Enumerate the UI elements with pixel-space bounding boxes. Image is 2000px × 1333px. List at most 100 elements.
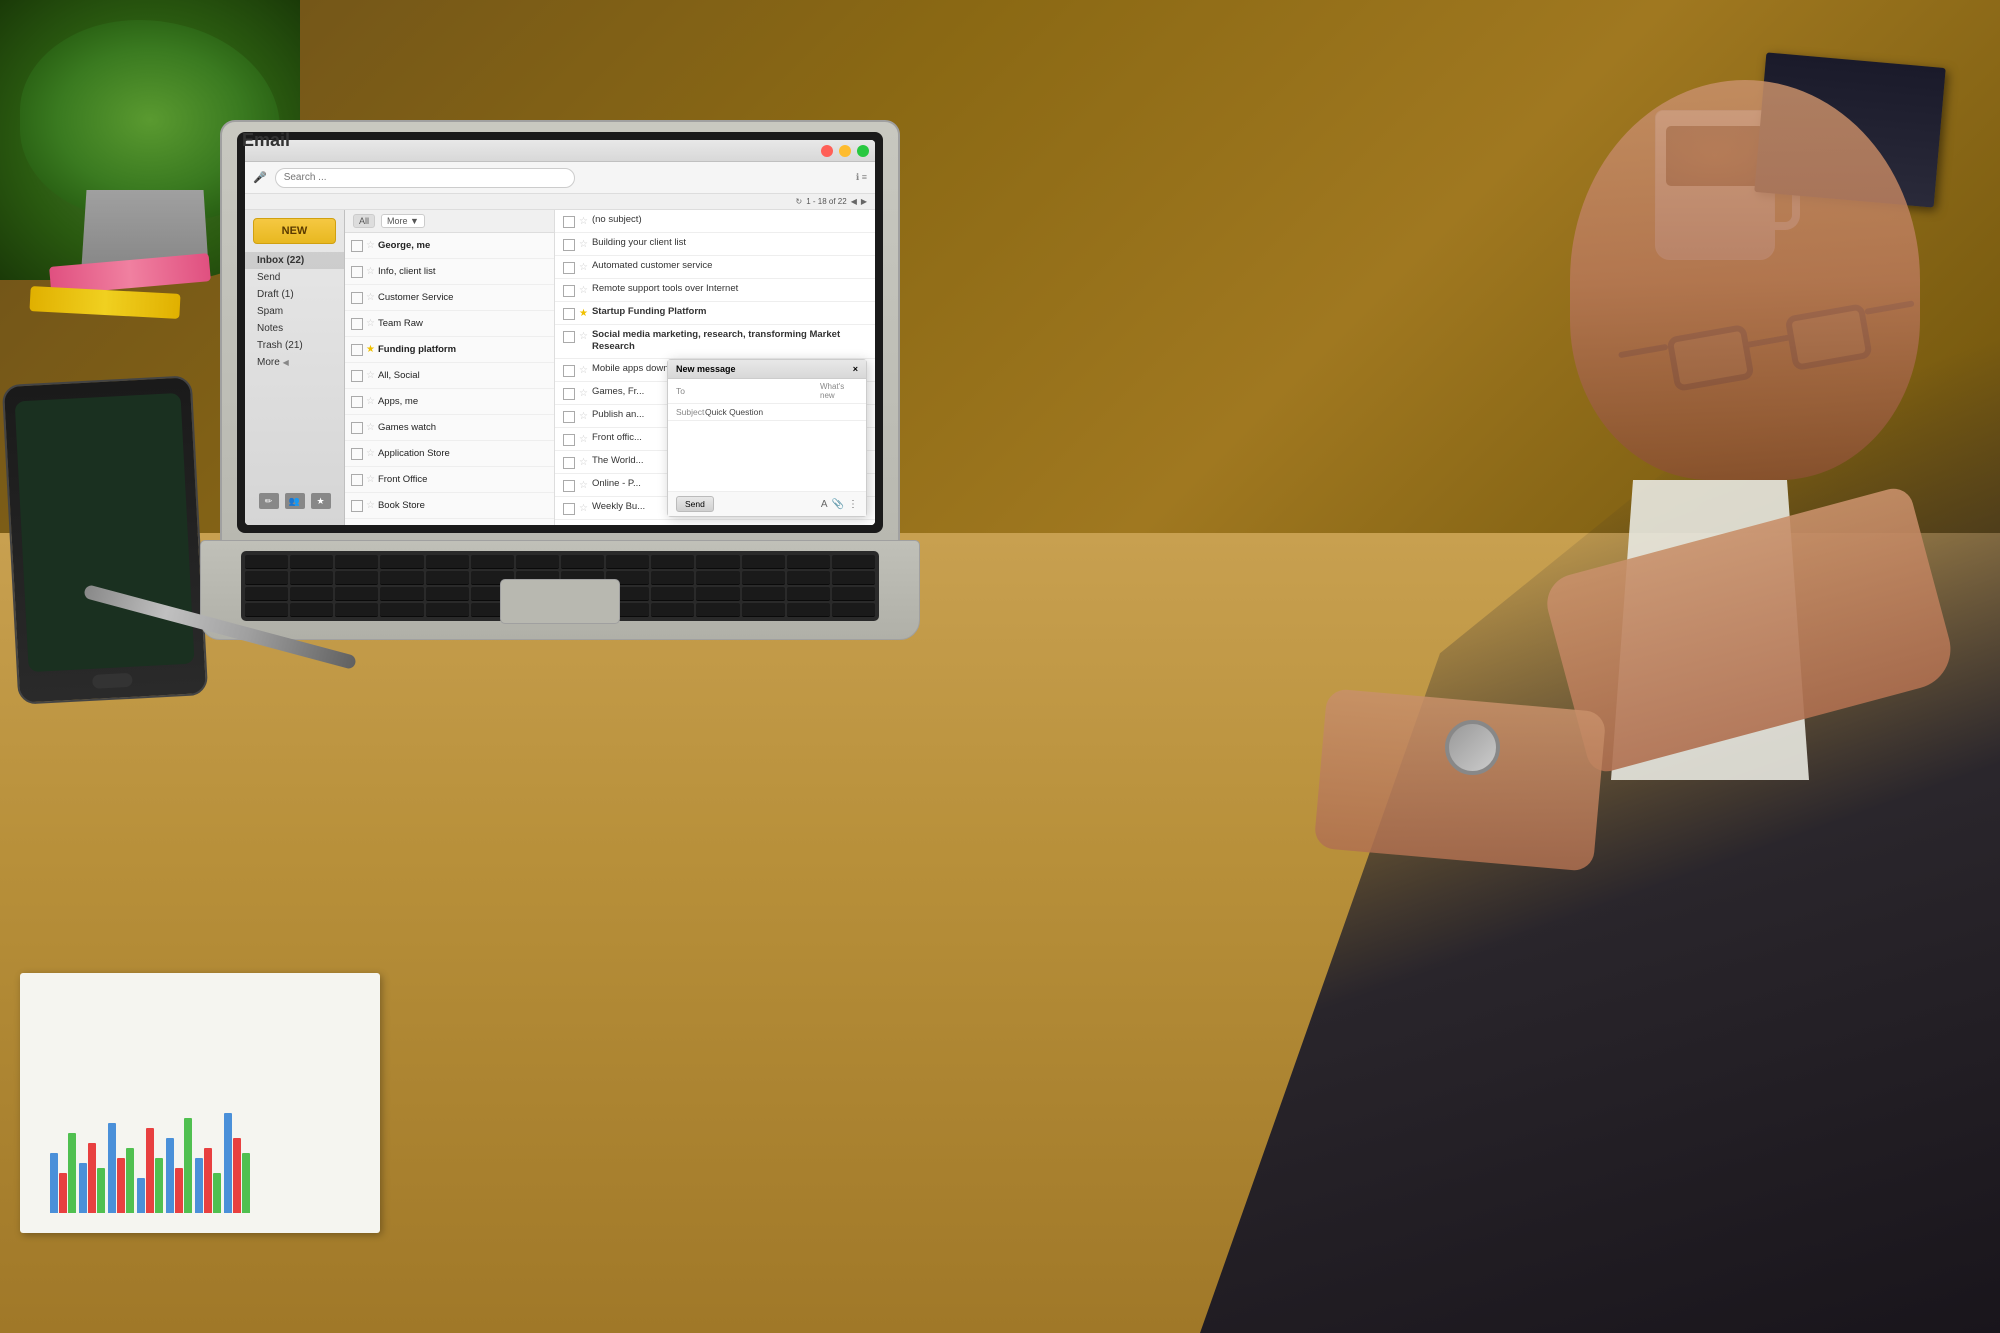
email-checkbox[interactable] bbox=[563, 285, 575, 297]
contacts-icon[interactable]: 👥 bbox=[285, 493, 305, 509]
keyboard-key[interactable] bbox=[380, 555, 423, 569]
sidebar-item-send[interactable]: Send bbox=[245, 269, 344, 286]
keyboard-key[interactable] bbox=[380, 571, 423, 585]
list-item[interactable]: ☆ Team Raw bbox=[345, 311, 554, 337]
list-item[interactable]: ☆ Info, client list bbox=[345, 259, 554, 285]
star-icon[interactable]: ☆ bbox=[366, 500, 375, 511]
star-icon[interactable]: ★ bbox=[366, 344, 375, 355]
table-row[interactable]: ☆ (no subject) bbox=[555, 210, 875, 233]
keyboard-key[interactable] bbox=[290, 571, 333, 585]
keyboard-key[interactable] bbox=[380, 587, 423, 601]
email-checkbox[interactable] bbox=[351, 266, 363, 278]
keyboard-key[interactable] bbox=[651, 555, 694, 569]
keyboard-key[interactable] bbox=[561, 555, 604, 569]
email-checkbox[interactable] bbox=[351, 448, 363, 460]
star-icon[interactable]: ☆ bbox=[579, 480, 588, 491]
list-item[interactable]: ★ Funding platform bbox=[345, 337, 554, 363]
keyboard-key[interactable] bbox=[832, 587, 875, 601]
keyboard-key[interactable] bbox=[335, 571, 378, 585]
list-item[interactable]: ☆ All, Social bbox=[345, 363, 554, 389]
star-icon[interactable]: ★ bbox=[579, 308, 588, 319]
whats-new-link[interactable]: What's new bbox=[820, 382, 858, 400]
table-row[interactable]: ★ Startup Funding Platform bbox=[555, 302, 875, 325]
star-icon[interactable]: ☆ bbox=[579, 262, 588, 273]
send-button[interactable]: Send bbox=[676, 496, 714, 512]
email-checkbox[interactable] bbox=[351, 370, 363, 382]
keyboard-key[interactable] bbox=[335, 587, 378, 601]
star-icon[interactable]: ☆ bbox=[579, 331, 588, 342]
email-checkbox[interactable] bbox=[563, 239, 575, 251]
list-item[interactable]: ☆ George, me bbox=[345, 233, 554, 259]
star-icon[interactable]: ☆ bbox=[366, 422, 375, 433]
maximize-button[interactable] bbox=[857, 145, 869, 157]
email-checkbox[interactable] bbox=[351, 240, 363, 252]
keyboard-key[interactable] bbox=[742, 571, 785, 585]
keyboard-key[interactable] bbox=[651, 587, 694, 601]
email-checkbox[interactable] bbox=[563, 262, 575, 274]
keyboard-key[interactable] bbox=[651, 603, 694, 617]
filter-all-button[interactable]: All bbox=[353, 214, 375, 228]
filter-more-button[interactable]: More ▼ bbox=[381, 214, 425, 228]
list-item[interactable]: ☆ Application Store bbox=[345, 441, 554, 467]
list-item[interactable]: ☆ Customer Service bbox=[345, 285, 554, 311]
star-icon[interactable]: ☆ bbox=[366, 318, 375, 329]
keyboard-key[interactable] bbox=[380, 603, 423, 617]
keyboard-key[interactable] bbox=[471, 555, 514, 569]
starred-icon[interactable]: ★ bbox=[311, 493, 331, 509]
keyboard-key[interactable] bbox=[742, 603, 785, 617]
keyboard-key[interactable] bbox=[426, 571, 469, 585]
keyboard-key[interactable] bbox=[245, 587, 288, 601]
new-email-button[interactable]: NEW bbox=[253, 218, 336, 244]
keyboard-key[interactable] bbox=[832, 571, 875, 585]
sidebar-item-trash[interactable]: Trash (21) bbox=[245, 337, 344, 354]
star-icon[interactable]: ☆ bbox=[366, 240, 375, 251]
prev-page-button[interactable]: ◀ bbox=[851, 197, 857, 206]
star-icon[interactable]: ☆ bbox=[366, 396, 375, 407]
email-checkbox[interactable] bbox=[563, 411, 575, 423]
table-row[interactable]: ☆ Remote support tools over Internet bbox=[555, 279, 875, 302]
keyboard-key[interactable] bbox=[335, 603, 378, 617]
sidebar-item-spam[interactable]: Spam bbox=[245, 303, 344, 320]
keyboard-key[interactable] bbox=[787, 571, 830, 585]
star-icon[interactable]: ☆ bbox=[366, 370, 375, 381]
more-options-icon[interactable]: ⋮ bbox=[848, 499, 858, 510]
keyboard-key[interactable] bbox=[335, 555, 378, 569]
star-icon[interactable]: ☆ bbox=[579, 365, 588, 376]
keyboard-key[interactable] bbox=[696, 571, 739, 585]
format-icon[interactable]: A bbox=[821, 499, 828, 510]
keyboard-key[interactable] bbox=[742, 587, 785, 601]
email-checkbox[interactable] bbox=[351, 500, 363, 512]
star-icon[interactable]: ☆ bbox=[579, 457, 588, 468]
keyboard-key[interactable] bbox=[787, 555, 830, 569]
keyboard-key[interactable] bbox=[426, 555, 469, 569]
search-input[interactable] bbox=[275, 168, 575, 188]
email-checkbox[interactable] bbox=[351, 292, 363, 304]
list-item[interactable]: ☆ Apps, me bbox=[345, 389, 554, 415]
next-page-button[interactable]: ▶ bbox=[861, 197, 867, 206]
star-icon[interactable]: ☆ bbox=[579, 388, 588, 399]
keyboard-key[interactable] bbox=[787, 587, 830, 601]
email-checkbox[interactable] bbox=[563, 308, 575, 320]
keyboard-key[interactable] bbox=[696, 603, 739, 617]
touchpad[interactable] bbox=[500, 579, 620, 624]
keyboard-key[interactable] bbox=[245, 571, 288, 585]
compose-body[interactable] bbox=[668, 421, 866, 491]
keyboard-key[interactable] bbox=[696, 587, 739, 601]
keyboard-key[interactable] bbox=[651, 571, 694, 585]
keyboard-key[interactable] bbox=[426, 587, 469, 601]
keyboard-key[interactable] bbox=[245, 603, 288, 617]
compose-close-icon[interactable]: × bbox=[853, 364, 858, 374]
email-checkbox[interactable] bbox=[563, 365, 575, 377]
list-item[interactable]: ☆ Games watch bbox=[345, 415, 554, 441]
keyboard-key[interactable] bbox=[290, 587, 333, 601]
star-icon[interactable]: ☆ bbox=[579, 285, 588, 296]
sidebar-item-inbox[interactable]: Inbox (22) bbox=[245, 252, 344, 269]
email-checkbox[interactable] bbox=[351, 396, 363, 408]
keyboard-key[interactable] bbox=[742, 555, 785, 569]
sidebar-item-notes[interactable]: Notes bbox=[245, 320, 344, 337]
star-icon[interactable]: ☆ bbox=[366, 266, 375, 277]
keyboard-key[interactable] bbox=[832, 603, 875, 617]
keyboard-key[interactable] bbox=[832, 555, 875, 569]
sidebar-item-draft[interactable]: Draft (1) bbox=[245, 286, 344, 303]
star-icon[interactable]: ☆ bbox=[579, 434, 588, 445]
